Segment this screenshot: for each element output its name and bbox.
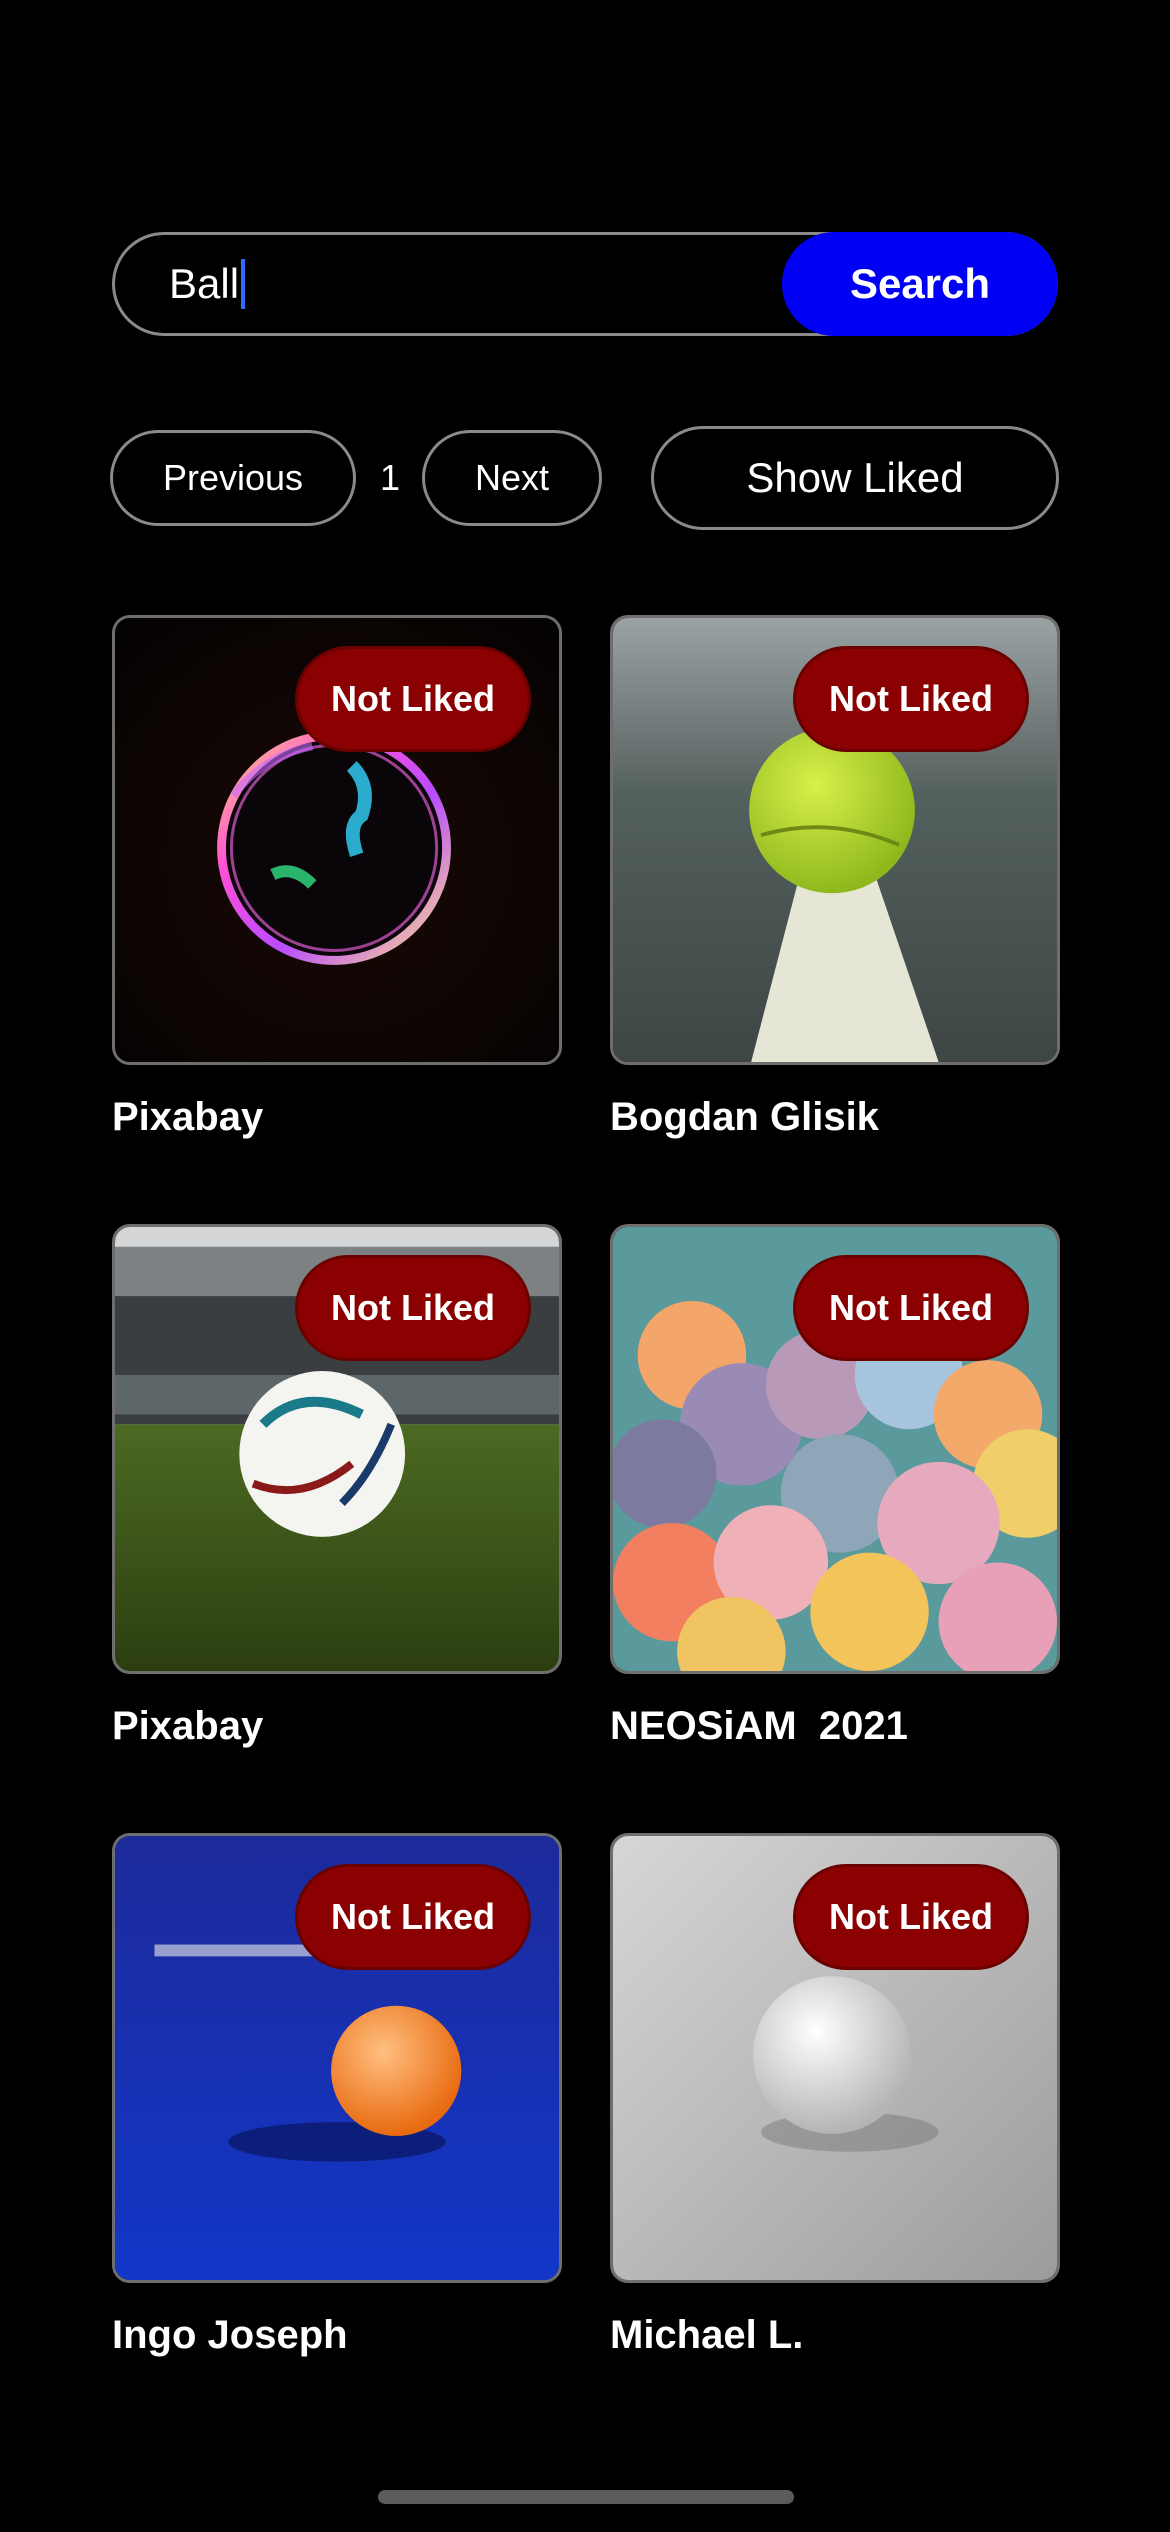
like-toggle-button[interactable]: Not Liked: [295, 1255, 531, 1361]
card-author: NEOSiAM 2021: [610, 1704, 908, 1748]
result-image-ball-pit[interactable]: Not Liked: [610, 1224, 1060, 1674]
result-image-bubble[interactable]: Not Liked: [112, 615, 562, 1065]
search-input[interactable]: Ball: [169, 235, 246, 333]
like-toggle-button[interactable]: Not Liked: [793, 646, 1029, 752]
search-bar: Ball Search: [112, 232, 1058, 336]
result-card: Not Liked Ingo Joseph: [112, 1833, 562, 2358]
page-number: 1: [379, 457, 401, 498]
text-caret: [241, 259, 246, 309]
result-image-ping-pong-ball[interactable]: Not Liked: [112, 1833, 562, 2283]
like-toggle-button[interactable]: Not Liked: [295, 1864, 531, 1970]
result-card: Not Liked Bogdan Glisik: [610, 615, 1060, 1140]
previous-page-button[interactable]: Previous: [110, 430, 356, 526]
card-author: Ingo Joseph: [112, 2313, 348, 2357]
result-image-white-ball[interactable]: Not Liked: [610, 1833, 1060, 2283]
like-toggle-button[interactable]: Not Liked: [793, 1255, 1029, 1361]
result-image-tennis-ball[interactable]: Not Liked: [610, 615, 1060, 1065]
result-card: Not Liked Pixabay: [112, 1224, 562, 1749]
show-liked-button[interactable]: Show Liked: [651, 426, 1059, 530]
card-author: Pixabay: [112, 1704, 264, 1748]
search-button[interactable]: Search: [782, 232, 1058, 336]
search-input-value: Ball: [169, 260, 240, 307]
result-image-soccer-ball[interactable]: Not Liked: [112, 1224, 562, 1674]
card-author: Bogdan Glisik: [610, 1095, 879, 1139]
like-toggle-button[interactable]: Not Liked: [295, 646, 531, 752]
result-card: Not Liked Pixabay: [112, 615, 562, 1140]
result-card: Not Liked Michael L.: [610, 1833, 1060, 2358]
card-author: Pixabay: [112, 1095, 264, 1139]
result-card: Not Liked NEOSiAM 2021: [610, 1224, 1060, 1749]
home-indicator[interactable]: [378, 2490, 794, 2504]
card-author: Michael L.: [610, 2313, 804, 2357]
next-page-button[interactable]: Next: [422, 430, 602, 526]
like-toggle-button[interactable]: Not Liked: [793, 1864, 1029, 1970]
